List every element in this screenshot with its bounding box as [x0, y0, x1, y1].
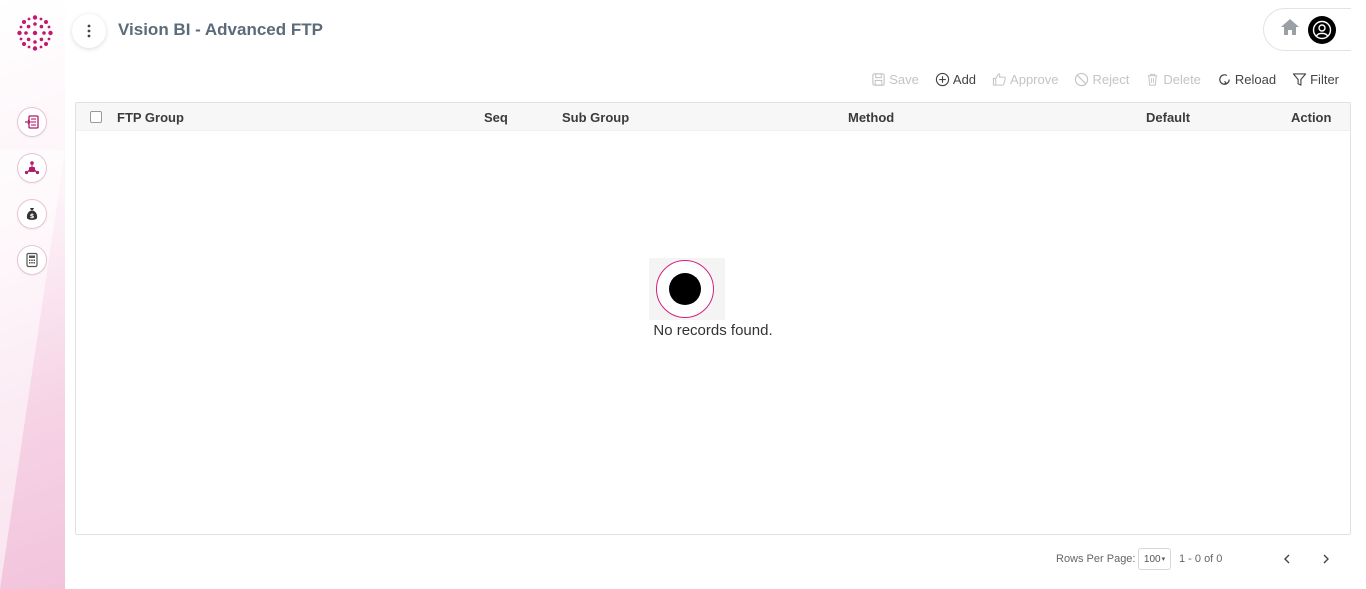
rows-per-page-label: Rows Per Page: [1056, 553, 1136, 565]
data-table: FTP Group Seq Sub Group Method Default A… [75, 102, 1351, 535]
money-bag-icon: $ [26, 208, 38, 220]
vertical-dots-icon [87, 24, 91, 38]
header-actions [1263, 8, 1351, 51]
select-all-checkbox[interactable] [90, 111, 102, 123]
save-icon [872, 73, 885, 86]
page-range: 1 - 0 of 0 [1179, 553, 1223, 565]
column-header[interactable]: Method [848, 110, 894, 125]
home-icon[interactable] [1280, 17, 1300, 42]
document-arrow-icon [25, 115, 39, 129]
column-header[interactable]: Action [1291, 110, 1331, 125]
filter-button[interactable]: Filter [1292, 72, 1339, 87]
empty-state: No records found. [76, 258, 1350, 339]
delete-label: Delete [1163, 72, 1201, 87]
delete-button[interactable]: Delete [1145, 72, 1201, 87]
column-header[interactable]: Seq [484, 110, 508, 125]
toolbar: Save Add Approve Reject Delete Reload Fi… [871, 72, 1339, 87]
org-network-icon [24, 161, 40, 175]
pagination: Rows Per Page: 100 ▾ 1 - 0 of 0 [0, 548, 1366, 570]
approve-label: Approve [1010, 72, 1059, 87]
column-header[interactable]: Sub Group [562, 110, 629, 125]
chevron-right-icon [1323, 554, 1329, 564]
chevron-left-icon [1284, 554, 1290, 564]
approve-button[interactable]: Approve [992, 72, 1058, 87]
nav-org-network[interactable] [17, 153, 47, 183]
column-header[interactable]: Default [1146, 110, 1190, 125]
user-avatar-icon[interactable] [1308, 15, 1336, 44]
trash-icon [1148, 73, 1158, 86]
calculator-icon [26, 252, 38, 268]
app-logo-icon[interactable] [16, 14, 54, 52]
thumbs-up-icon [992, 73, 1006, 86]
more-menu-button[interactable] [72, 14, 106, 48]
reject-label: Reject [1092, 72, 1130, 87]
add-label: Add [952, 72, 977, 87]
previous-page-button[interactable] [1278, 550, 1296, 568]
reload-label: Reload [1234, 72, 1277, 87]
column-header[interactable]: FTP Group [117, 110, 184, 125]
rows-per-page-value: 100 [1143, 553, 1161, 565]
page-title: Vision BI - Advanced FTP [118, 20, 323, 39]
plus-circle-icon [935, 72, 950, 87]
empty-state-icon [649, 258, 725, 320]
reload-icon [1219, 74, 1230, 85]
nav-document-arrow[interactable] [17, 107, 47, 137]
sidebar: $ [0, 0, 65, 589]
reload-button[interactable]: Reload [1217, 72, 1276, 87]
svg-text:$: $ [30, 212, 35, 220]
nav-calculator[interactable] [17, 245, 47, 275]
next-page-button[interactable] [1317, 550, 1335, 568]
reject-button[interactable]: Reject [1074, 72, 1129, 87]
chevron-down-icon: ▾ [1161, 556, 1166, 563]
filter-label: Filter [1310, 72, 1339, 87]
save-label: Save [889, 72, 919, 87]
add-button[interactable]: Add [935, 72, 976, 87]
save-button[interactable]: Save [871, 72, 919, 87]
ban-icon [1075, 72, 1089, 87]
rows-per-page-select[interactable]: 100 ▾ [1138, 548, 1171, 570]
table-header: FTP Group Seq Sub Group Method Default A… [76, 103, 1350, 131]
filter-icon [1292, 73, 1307, 86]
empty-message: No records found. [653, 322, 773, 339]
nav-money-bag[interactable]: $ [17, 199, 47, 229]
